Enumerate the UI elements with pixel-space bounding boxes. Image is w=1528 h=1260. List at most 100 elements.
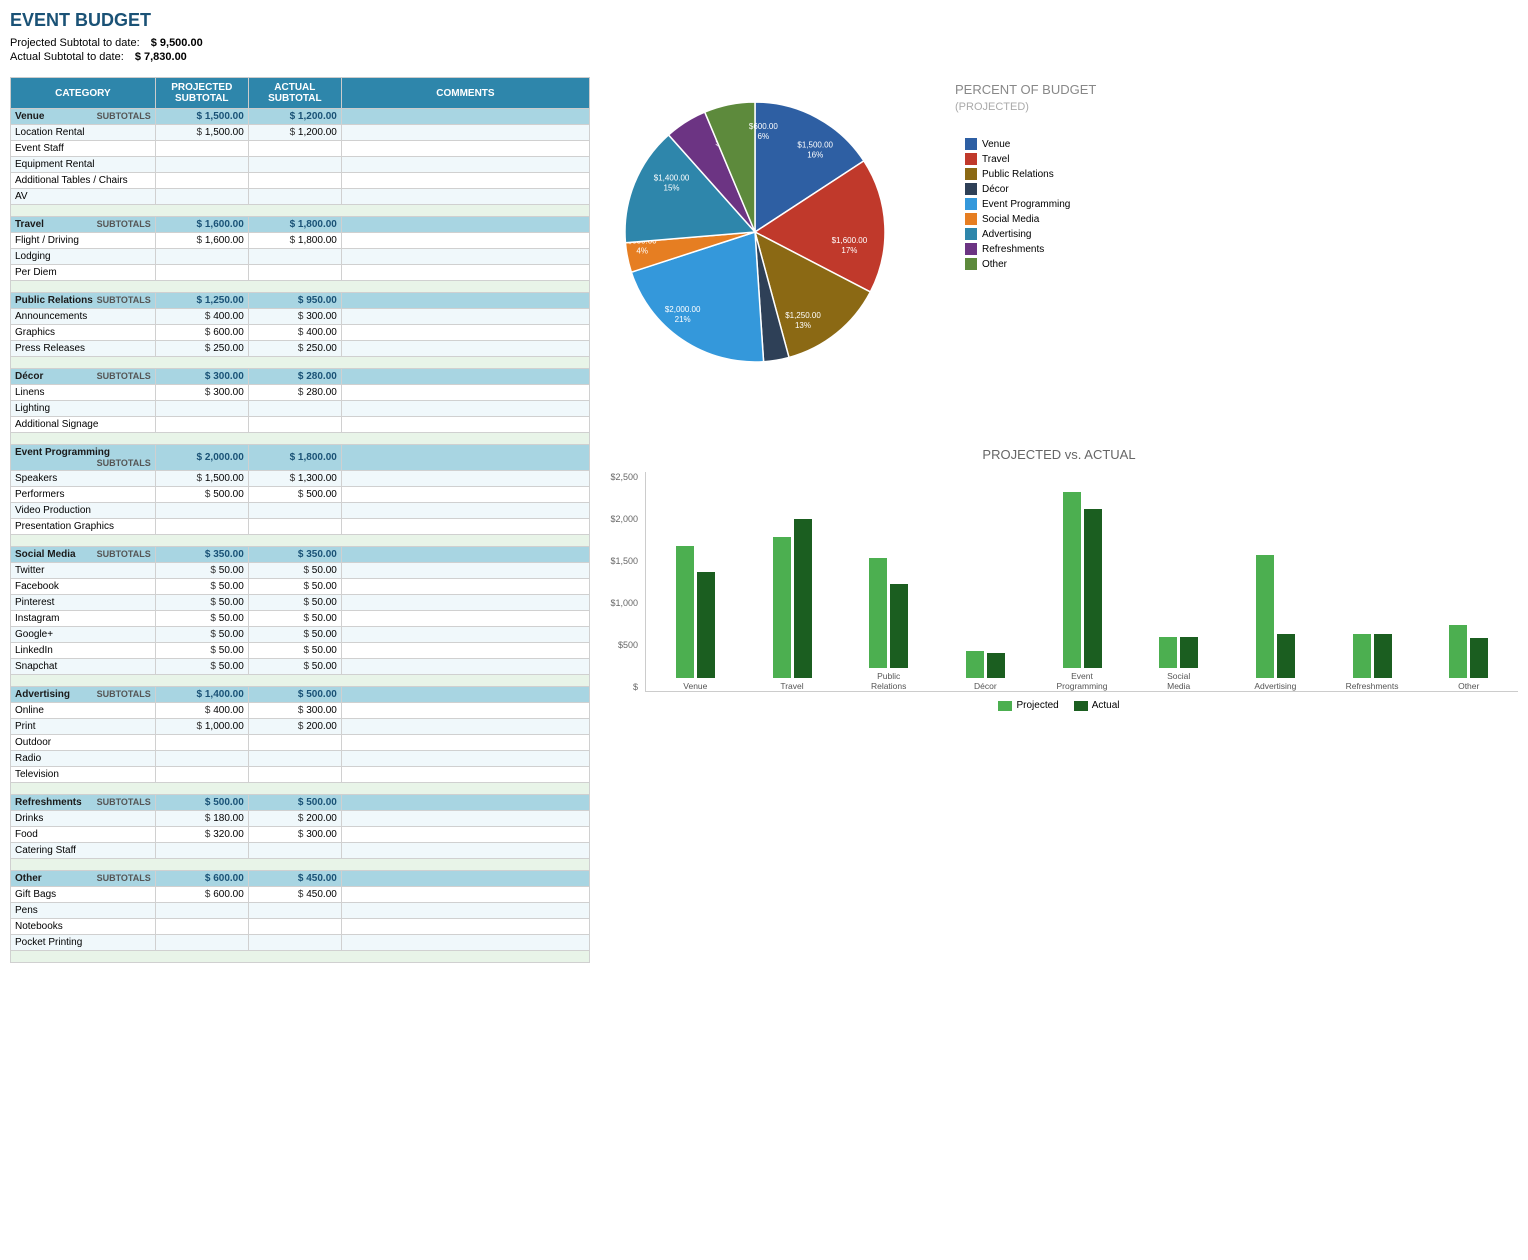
- item-name: Speakers: [11, 471, 156, 487]
- bar-label-1: Travel: [780, 681, 803, 691]
- legend-item-4: Event Programming: [965, 198, 1086, 210]
- pie-chart-container: $1,500.0016%$1,600.0017%$1,250.0013%$2,0…: [605, 82, 945, 422]
- bar-chart-title: PROJECTED vs. ACTUAL: [600, 447, 1518, 462]
- item-actual: $ 50.00: [248, 579, 341, 595]
- bar-projected-6: [1256, 555, 1274, 678]
- bar-projected-4: [1063, 492, 1081, 668]
- legend-label-4: Event Programming: [982, 199, 1070, 210]
- table-row: Event Staff: [11, 141, 590, 157]
- bar-projected-7: [1353, 634, 1371, 678]
- section-comments: [341, 293, 589, 309]
- item-comments: [341, 309, 589, 325]
- item-actual: [248, 919, 341, 935]
- item-name: Snapchat: [11, 659, 156, 675]
- item-projected: [155, 503, 248, 519]
- table-section-header: Public Relations SUBTOTALS $ 1,250.00 $ …: [11, 293, 590, 309]
- table-section-header: Décor SUBTOTALS $ 300.00 $ 280.00: [11, 369, 590, 385]
- item-actual: [248, 903, 341, 919]
- item-comments: [341, 735, 589, 751]
- table-row: Pocket Printing: [11, 935, 590, 951]
- legend-item-7: Refreshments: [965, 243, 1086, 255]
- bar-chart: VenueTravelPublic RelationsDécorEvent Pr…: [645, 472, 1518, 692]
- table-row: Per Diem: [11, 265, 590, 281]
- legend-label-7: Refreshments: [982, 244, 1044, 255]
- item-comments: [341, 767, 589, 783]
- legend-color-1: [965, 153, 977, 165]
- item-projected: $ 320.00: [155, 827, 248, 843]
- table-row: Graphics $ 600.00 $ 400.00: [11, 325, 590, 341]
- section-projected: $ 1,500.00: [155, 109, 248, 125]
- table-row: Additional Signage: [11, 417, 590, 433]
- item-actual: [248, 503, 341, 519]
- bar-projected-2: [869, 558, 887, 668]
- item-projected: $ 1,500.00: [155, 125, 248, 141]
- table-row: Lighting: [11, 401, 590, 417]
- item-actual: [248, 417, 341, 433]
- item-actual: [248, 141, 341, 157]
- item-actual: [248, 751, 341, 767]
- header-actual: ACTUALSUBTOTAL: [248, 78, 341, 109]
- item-comments: [341, 887, 589, 903]
- pie-chart: $1,500.0016%$1,600.0017%$1,250.0013%$2,0…: [605, 82, 905, 382]
- item-projected: [155, 751, 248, 767]
- item-actual: [248, 401, 341, 417]
- item-name: Lodging: [11, 249, 156, 265]
- bar-actual-8: [1470, 638, 1488, 678]
- table-row: Notebooks: [11, 919, 590, 935]
- item-comments: [341, 935, 589, 951]
- subtitle-projected: Projected Subtotal to date: $ 9,500.00: [10, 37, 1518, 49]
- section-comments: [341, 109, 589, 125]
- item-actual: [248, 935, 341, 951]
- section-projected: $ 1,600.00: [155, 217, 248, 233]
- item-name: Notebooks: [11, 919, 156, 935]
- legend-item-3: Décor: [965, 183, 1086, 195]
- table-row: Online $ 400.00 $ 300.00: [11, 703, 590, 719]
- item-name: Instagram: [11, 611, 156, 627]
- item-name: Catering Staff: [11, 843, 156, 859]
- pie-subtitle: (PROJECTED): [955, 101, 1096, 113]
- item-projected: [155, 735, 248, 751]
- item-actual: $ 400.00: [248, 325, 341, 341]
- section-projected: $ 600.00: [155, 871, 248, 887]
- section-comments: [341, 687, 589, 703]
- item-actual: $ 200.00: [248, 719, 341, 735]
- bar-label-4: Event Programming: [1057, 671, 1108, 691]
- item-comments: [341, 233, 589, 249]
- legend-color-8: [965, 258, 977, 270]
- table-row: AV: [11, 189, 590, 205]
- item-actual: $ 1,300.00: [248, 471, 341, 487]
- table-row: Radio: [11, 751, 590, 767]
- item-projected: $ 1,000.00: [155, 719, 248, 735]
- table-row: Equipment Rental: [11, 157, 590, 173]
- section-actual: $ 450.00: [248, 871, 341, 887]
- item-actual: $ 450.00: [248, 887, 341, 903]
- item-projected: $ 50.00: [155, 611, 248, 627]
- item-comments: [341, 811, 589, 827]
- legend-color-3: [965, 183, 977, 195]
- item-projected: [155, 249, 248, 265]
- item-name: Additional Signage: [11, 417, 156, 433]
- header-category: CATEGORY: [11, 78, 156, 109]
- item-projected: [155, 417, 248, 433]
- table-row: Facebook $ 50.00 $ 50.00: [11, 579, 590, 595]
- item-projected: [155, 265, 248, 281]
- item-comments: [341, 827, 589, 843]
- item-name: Television: [11, 767, 156, 783]
- section-actual: $ 950.00: [248, 293, 341, 309]
- bar-projected-0: [676, 546, 694, 678]
- item-actual: $ 50.00: [248, 563, 341, 579]
- table-row: Food $ 320.00 $ 300.00: [11, 827, 590, 843]
- item-projected: $ 500.00: [155, 487, 248, 503]
- item-actual: $ 50.00: [248, 627, 341, 643]
- item-name: Pocket Printing: [11, 935, 156, 951]
- bar-legend-label-1: Actual: [1092, 700, 1120, 711]
- pie-chart-area: $1,500.0016%$1,600.0017%$1,250.0013%$2,0…: [600, 77, 1518, 427]
- section-projected: $ 350.00: [155, 547, 248, 563]
- section-projected: $ 500.00: [155, 795, 248, 811]
- item-projected: [155, 843, 248, 859]
- item-name: Video Production: [11, 503, 156, 519]
- item-comments: [341, 719, 589, 735]
- item-name: Location Rental: [11, 125, 156, 141]
- bar-group-4: Event Programming: [1038, 492, 1127, 691]
- item-actual: $ 1,800.00: [248, 233, 341, 249]
